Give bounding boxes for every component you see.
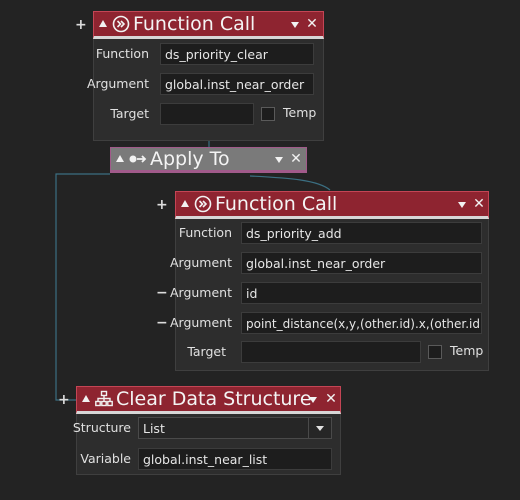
argument-label: Argument bbox=[86, 76, 149, 91]
collapse-triangle-icon[interactable] bbox=[99, 20, 107, 27]
structure-select-value: List bbox=[143, 421, 165, 436]
expand-plus-icon[interactable]: + bbox=[156, 198, 168, 212]
argument-label: Argument bbox=[169, 315, 232, 330]
argument-field[interactable]: global.inst_near_order bbox=[160, 73, 314, 95]
variable-label: Variable bbox=[80, 451, 131, 466]
function-call-block-2[interactable]: Function Call ✕ Function ds_priority_add… bbox=[170, 191, 489, 371]
block-header[interactable]: Clear Data Structure ✕ bbox=[76, 386, 341, 414]
structure-select[interactable]: List bbox=[138, 417, 332, 439]
block-header[interactable]: Function Call ✕ bbox=[175, 191, 489, 219]
function-call-block-1[interactable]: Function Call ✕ Function ds_priority_cle… bbox=[87, 11, 324, 141]
function-label: Function bbox=[178, 225, 232, 240]
argument-field[interactable]: global.inst_near_order bbox=[241, 252, 482, 274]
function-label: Function bbox=[95, 46, 149, 61]
temp-label: Temp bbox=[450, 343, 484, 358]
block-title: Clear Data Structure bbox=[116, 388, 312, 410]
expand-plus-icon[interactable]: + bbox=[58, 393, 70, 407]
function-field[interactable]: ds_priority_clear bbox=[160, 43, 314, 65]
target-label: Target bbox=[187, 344, 226, 359]
expand-plus-icon[interactable]: + bbox=[75, 18, 87, 32]
block-menu-arrow-icon[interactable] bbox=[458, 202, 466, 208]
function-call-icon bbox=[193, 194, 212, 213]
close-icon[interactable]: ✕ bbox=[472, 194, 486, 214]
block-body: Function ds_priority_add Argument global… bbox=[170, 219, 489, 371]
variable-field[interactable]: global.inst_near_list bbox=[138, 448, 332, 470]
temp-label: Temp bbox=[283, 105, 317, 120]
remove-argument-icon[interactable]: − bbox=[156, 316, 168, 330]
close-icon[interactable]: ✕ bbox=[324, 389, 338, 409]
target-field[interactable] bbox=[160, 103, 254, 125]
block-body: Function ds_priority_clear Argument glob… bbox=[87, 39, 324, 141]
block-body: Structure List Variable global.inst_near… bbox=[72, 414, 341, 475]
block-title: Function Call bbox=[133, 13, 256, 35]
block-header[interactable]: Apply To ✕ bbox=[110, 147, 307, 173]
block-title: Apply To bbox=[150, 148, 230, 170]
argument-label: Argument bbox=[169, 285, 232, 300]
collapse-triangle-icon[interactable] bbox=[82, 395, 90, 402]
hierarchy-icon bbox=[94, 389, 113, 408]
target-label: Target bbox=[110, 106, 149, 121]
argument-field[interactable]: point_distance(x,y,(other.id).x,(other.i… bbox=[241, 312, 482, 334]
collapse-triangle-icon[interactable] bbox=[116, 155, 124, 162]
remove-argument-icon[interactable]: − bbox=[156, 286, 168, 300]
block-menu-arrow-icon[interactable] bbox=[291, 22, 299, 28]
target-field[interactable] bbox=[241, 341, 421, 363]
block-title: Function Call bbox=[215, 193, 338, 215]
function-field[interactable]: ds_priority_add bbox=[241, 222, 482, 244]
clear-data-structure-block[interactable]: Clear Data Structure ✕ Structure List Va… bbox=[72, 386, 341, 475]
block-menu-arrow-icon[interactable] bbox=[275, 157, 283, 163]
block-header[interactable]: Function Call ✕ bbox=[93, 11, 324, 39]
temp-checkbox[interactable] bbox=[261, 107, 275, 121]
apply-to-icon bbox=[128, 149, 147, 168]
chevron-down-icon[interactable] bbox=[308, 418, 331, 438]
temp-checkbox[interactable] bbox=[428, 345, 442, 359]
apply-to-block[interactable]: Apply To ✕ bbox=[110, 147, 307, 173]
collapse-triangle-icon[interactable] bbox=[181, 200, 189, 207]
function-call-icon bbox=[111, 14, 130, 33]
argument-label: Argument bbox=[169, 255, 232, 270]
close-icon[interactable]: ✕ bbox=[305, 14, 319, 34]
block-menu-arrow-icon[interactable] bbox=[309, 397, 317, 403]
structure-label: Structure bbox=[72, 420, 131, 435]
argument-field[interactable]: id bbox=[241, 282, 482, 304]
close-icon[interactable]: ✕ bbox=[289, 149, 303, 169]
